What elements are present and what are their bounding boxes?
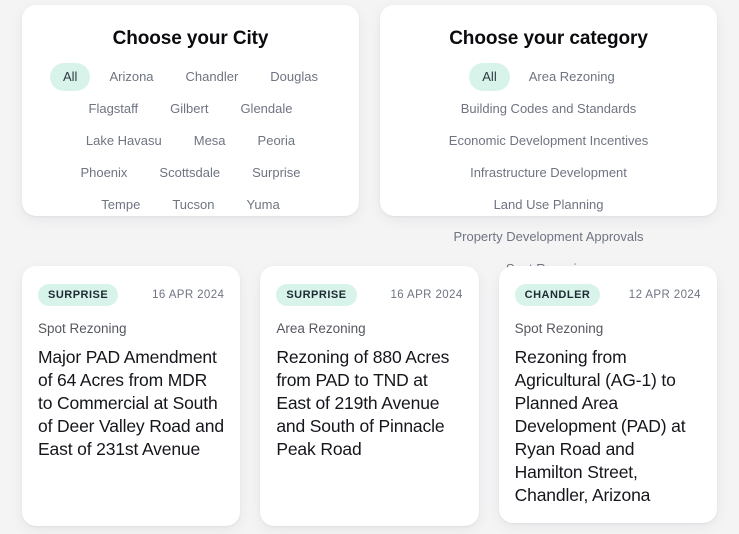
card-title: Rezoning from Agricultural (AG-1) to Pla… (514, 347, 686, 505)
page-root: Choose your City All Arizona Chandler Do… (0, 0, 739, 534)
category-chip-list: All Area Rezoning Building Codes and Sta… (396, 63, 701, 283)
city-chip-tempe[interactable]: Tempe (88, 191, 153, 219)
filters-row: Choose your City All Arizona Chandler Do… (22, 5, 717, 276)
news-card[interactable]: SURPRISE 16 APR 2024 Spot Rezoning Major… (22, 266, 241, 526)
card-category: Area Rezoning (276, 321, 366, 336)
city-filter-panel: Choose your City All Arizona Chandler Do… (22, 5, 359, 216)
card-header: CHANDLER 12 APR 2024 (514, 284, 701, 306)
category-filter-panel: Choose your category All Area Rezoning B… (380, 5, 717, 276)
status-badge: CHANDLER (514, 284, 601, 306)
category-chip-property-development-approvals[interactable]: Property Development Approvals (440, 223, 656, 251)
category-chip-infrastructure-development[interactable]: Infrastructure Development (457, 159, 640, 187)
card-category: Spot Rezoning (38, 321, 127, 336)
city-chip-lake-havasu[interactable]: Lake Havasu (73, 127, 175, 155)
category-chip-area-rezoning[interactable]: Area Rezoning (516, 63, 628, 91)
card-title: Rezoning of 880 Acres from PAD to TND at… (276, 347, 450, 459)
news-card[interactable]: SURPRISE 16 APR 2024 Area Rezoning Rezon… (260, 266, 479, 526)
city-chip-scottsdale[interactable]: Scottsdale (146, 159, 233, 187)
city-chip-flagstaff[interactable]: Flagstaff (76, 95, 152, 123)
city-chip-peoria[interactable]: Peoria (245, 127, 309, 155)
card-header: SURPRISE 16 APR 2024 (276, 284, 462, 306)
city-chip-phoenix[interactable]: Phoenix (67, 159, 140, 187)
category-chip-all[interactable]: All (469, 63, 510, 91)
city-chip-gilbert[interactable]: Gilbert (157, 95, 221, 123)
card-date: 12 APR 2024 (628, 289, 701, 301)
city-chip-surprise[interactable]: Surprise (239, 159, 313, 187)
card-title: Major PAD Amendment of 64 Acres from MDR… (38, 347, 224, 459)
city-chip-mesa[interactable]: Mesa (181, 127, 239, 155)
category-chip-economic-development-incentives[interactable]: Economic Development Incentives (436, 127, 661, 155)
city-chip-tucson[interactable]: Tucson (159, 191, 227, 219)
city-filter-title: Choose your City (112, 28, 269, 49)
card-date: 16 APR 2024 (390, 289, 463, 301)
city-chip-arizona[interactable]: Arizona (96, 63, 166, 91)
city-chip-list: All Arizona Chandler Douglas Flagstaff G… (38, 63, 343, 219)
city-chip-chandler[interactable]: Chandler (173, 63, 252, 91)
category-chip-building-codes-and-standards[interactable]: Building Codes and Standards (448, 95, 650, 123)
card-category: Spot Rezoning (514, 321, 604, 336)
news-card[interactable]: CHANDLER 12 APR 2024 Spot Rezoning Rezon… (498, 266, 717, 523)
city-chip-yuma[interactable]: Yuma (233, 191, 292, 219)
city-chip-all[interactable]: All (50, 63, 91, 91)
status-badge: SURPRISE (38, 284, 119, 306)
category-filter-title: Choose your category (449, 28, 648, 49)
category-chip-land-use-planning[interactable]: Land Use Planning (481, 191, 617, 219)
news-cards-row: SURPRISE 16 APR 2024 Spot Rezoning Major… (22, 266, 717, 526)
city-chip-douglas[interactable]: Douglas (257, 63, 331, 91)
status-badge: SURPRISE (276, 284, 357, 306)
card-date: 16 APR 2024 (152, 289, 225, 301)
card-header: SURPRISE 16 APR 2024 (38, 284, 224, 306)
city-chip-glendale[interactable]: Glendale (227, 95, 305, 123)
